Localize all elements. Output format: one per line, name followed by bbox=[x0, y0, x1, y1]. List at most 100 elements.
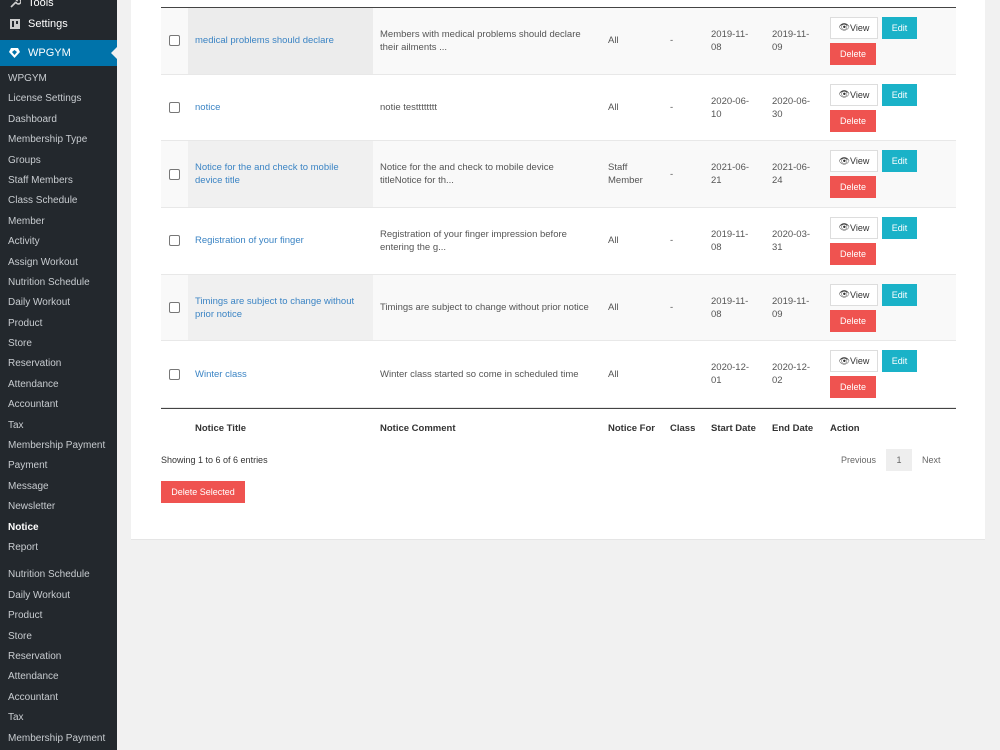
sidebar-subitem-reservation[interactable]: Reservation bbox=[0, 647, 117, 667]
sidebar-subitem-attendance[interactable]: Attendance bbox=[0, 667, 117, 687]
view-button[interactable]: 👁 View bbox=[830, 83, 878, 106]
sidebar-subitem-tax[interactable]: Tax bbox=[0, 416, 117, 436]
column-notice-for[interactable]: Notice For bbox=[601, 423, 665, 435]
notice-title-text[interactable]: Timings are subject to change without pr… bbox=[195, 295, 366, 321]
row-checkbox[interactable] bbox=[169, 368, 180, 380]
sidebar-subitem-dashboard[interactable]: Dashboard bbox=[0, 110, 117, 130]
sidebar-subitem-store[interactable]: Store bbox=[0, 334, 117, 354]
edit-button[interactable]: Edit bbox=[882, 283, 917, 306]
sidebar-subitem-license-settings[interactable]: License Settings bbox=[0, 89, 117, 109]
sidebar-subitem-wpgym[interactable]: WPGYM bbox=[0, 69, 117, 89]
sidebar-subitem-daily-workout[interactable]: Daily Workout bbox=[0, 586, 117, 606]
view-button[interactable]: 👁 View bbox=[830, 350, 878, 373]
column-notice-title[interactable]: Notice Title bbox=[188, 423, 373, 434]
sidebar-subitem-product[interactable]: Product bbox=[0, 606, 117, 626]
sidebar-subitem-member[interactable]: Member bbox=[0, 212, 117, 232]
sidebar-subitem-nutrition-schedule[interactable]: Nutrition Schedule bbox=[0, 273, 117, 293]
sidebar-subitem-membership-payment[interactable]: Membership Payment bbox=[0, 729, 117, 749]
delete-button[interactable]: Delete bbox=[830, 176, 876, 199]
notice-title-link[interactable]: Registration of your finger bbox=[188, 208, 373, 274]
notice-title-text[interactable]: Registration of your finger bbox=[195, 234, 304, 247]
sidebar-subitem-groups[interactable]: Groups bbox=[0, 151, 117, 171]
notice-title-link[interactable]: notice bbox=[188, 75, 373, 141]
row-checkbox[interactable] bbox=[169, 235, 180, 247]
sidebar-subitem-accountant[interactable]: Accountant bbox=[0, 688, 117, 708]
row-checkbox[interactable] bbox=[169, 102, 180, 114]
column-end-date[interactable]: End Date bbox=[765, 423, 823, 435]
delete-button[interactable]: Delete bbox=[830, 109, 876, 132]
sidebar-subitem-staff-members[interactable]: Staff Members bbox=[0, 171, 117, 191]
notice-title-text[interactable]: Winter class bbox=[195, 368, 247, 381]
end-date: 2019-11-09 bbox=[772, 28, 810, 53]
sidebar-subitem-store[interactable]: Store bbox=[0, 627, 117, 647]
delete-selected-button[interactable]: Delete Selected bbox=[161, 481, 245, 503]
notice-title-link[interactable]: Winter class bbox=[188, 341, 373, 407]
notice-title-text[interactable]: notice bbox=[195, 101, 220, 114]
view-button[interactable]: 👁 View bbox=[830, 150, 878, 173]
column-notice-comment[interactable]: Notice Comment bbox=[373, 423, 601, 434]
sidebar-subitem-activity[interactable]: Activity bbox=[0, 232, 117, 252]
row-checkbox[interactable] bbox=[169, 302, 180, 314]
admin-sidebar: Tools Settings WPGYM WPGYM License Settin… bbox=[0, 0, 117, 750]
sidebar-subitem-daily-workout[interactable]: Daily Workout bbox=[0, 293, 117, 313]
sidebar-subitem-notice[interactable]: Notice bbox=[0, 518, 117, 538]
row-checkbox[interactable] bbox=[169, 168, 180, 180]
sidebar-subitem-attendance[interactable]: Attendance bbox=[0, 375, 117, 395]
delete-button[interactable]: Delete bbox=[830, 376, 876, 399]
notice-for: Staff Member bbox=[608, 162, 643, 187]
notice-title-link[interactable]: medical problems should declare bbox=[188, 8, 373, 74]
sidebar-subitem-accountant[interactable]: Accountant bbox=[0, 395, 117, 415]
table-row: notice notie testttttttt All - 2020-06-10 202… bbox=[161, 75, 956, 142]
row-checkbox-cell bbox=[161, 75, 188, 141]
sidebar-subitem-newsletter[interactable]: Newsletter bbox=[0, 497, 117, 517]
column-class[interactable]: Class bbox=[665, 423, 704, 434]
view-button[interactable]: 👁 View bbox=[830, 216, 878, 239]
sidebar-submenu: WPGYM License Settings Dashboard Membership… bbox=[0, 66, 117, 558]
row-actions: 👁 View Edit Delete bbox=[823, 283, 956, 332]
sidebar-item-wpgym[interactable]: WPGYM bbox=[0, 40, 117, 66]
edit-button[interactable]: Edit bbox=[882, 216, 917, 239]
eye-icon: 👁 bbox=[838, 355, 851, 366]
row-checkbox-cell bbox=[161, 8, 188, 74]
notice-title-link[interactable]: Notice for the and check to mobile devic… bbox=[188, 141, 373, 208]
notice-for: All bbox=[608, 102, 619, 114]
row-checkbox[interactable] bbox=[169, 35, 180, 47]
previous-page-button[interactable]: Previous bbox=[831, 455, 886, 465]
sidebar-subitem-membership-type[interactable]: Membership Type bbox=[0, 130, 117, 150]
delete-button[interactable]: Delete bbox=[830, 309, 876, 332]
view-button[interactable]: 👁 View bbox=[830, 16, 878, 39]
next-page-button[interactable]: Next bbox=[912, 455, 951, 465]
delete-button[interactable]: Delete bbox=[830, 42, 876, 65]
sidebar-subitem-product[interactable]: Product bbox=[0, 314, 117, 334]
edit-button[interactable]: Edit bbox=[882, 350, 917, 373]
sidebar-subitem-assign-workout[interactable]: Assign Workout bbox=[0, 253, 117, 273]
sidebar-subitem-payment[interactable]: Payment bbox=[0, 456, 117, 476]
sidebar-subitem-class-schedule[interactable]: Class Schedule bbox=[0, 191, 117, 211]
pagination: Previous 1 Next bbox=[831, 449, 951, 471]
table-row: medical problems should declare Members w… bbox=[161, 8, 956, 75]
table-row: Notice for the and check to mobile devic… bbox=[161, 141, 956, 209]
sidebar-subitem-nutrition-schedule[interactable]: Nutrition Schedule bbox=[0, 565, 117, 585]
sidebar-item-settings[interactable]: Settings bbox=[0, 12, 117, 36]
start-date: 2021-06-21 bbox=[711, 162, 750, 187]
sidebar-subitem-tax[interactable]: Tax bbox=[0, 708, 117, 728]
notice-title-text[interactable]: medical problems should declare bbox=[195, 34, 334, 47]
sidebar-subitem-message[interactable]: Message bbox=[0, 477, 117, 497]
sidebar-subitem-membership-payment[interactable]: Membership Payment bbox=[0, 436, 117, 456]
delete-button[interactable]: Delete bbox=[830, 242, 876, 265]
eye-icon: 👁 bbox=[838, 22, 851, 33]
sidebar-subitem-reservation[interactable]: Reservation bbox=[0, 354, 117, 374]
page-number-button[interactable]: 1 bbox=[886, 449, 913, 471]
edit-button[interactable]: Edit bbox=[882, 16, 917, 39]
edit-button[interactable]: Edit bbox=[882, 83, 917, 106]
sidebar-subitem-report[interactable]: Report bbox=[0, 538, 117, 558]
column-start-date[interactable]: Start Date bbox=[704, 423, 765, 435]
notice-title-text[interactable]: Notice for the and check to mobile devic… bbox=[195, 161, 366, 187]
sidebar-item-label: Settings bbox=[28, 18, 68, 30]
sidebar-item-tools[interactable]: Tools bbox=[0, 0, 117, 12]
view-button[interactable]: 👁 View bbox=[830, 283, 878, 306]
table-footer-header: Notice Title Notice Comment Notice For C… bbox=[161, 408, 956, 448]
edit-button[interactable]: Edit bbox=[882, 150, 917, 173]
notice-list-card: medical problems should declare Members w… bbox=[131, 0, 985, 540]
notice-title-link[interactable]: Timings are subject to change without pr… bbox=[188, 274, 373, 341]
